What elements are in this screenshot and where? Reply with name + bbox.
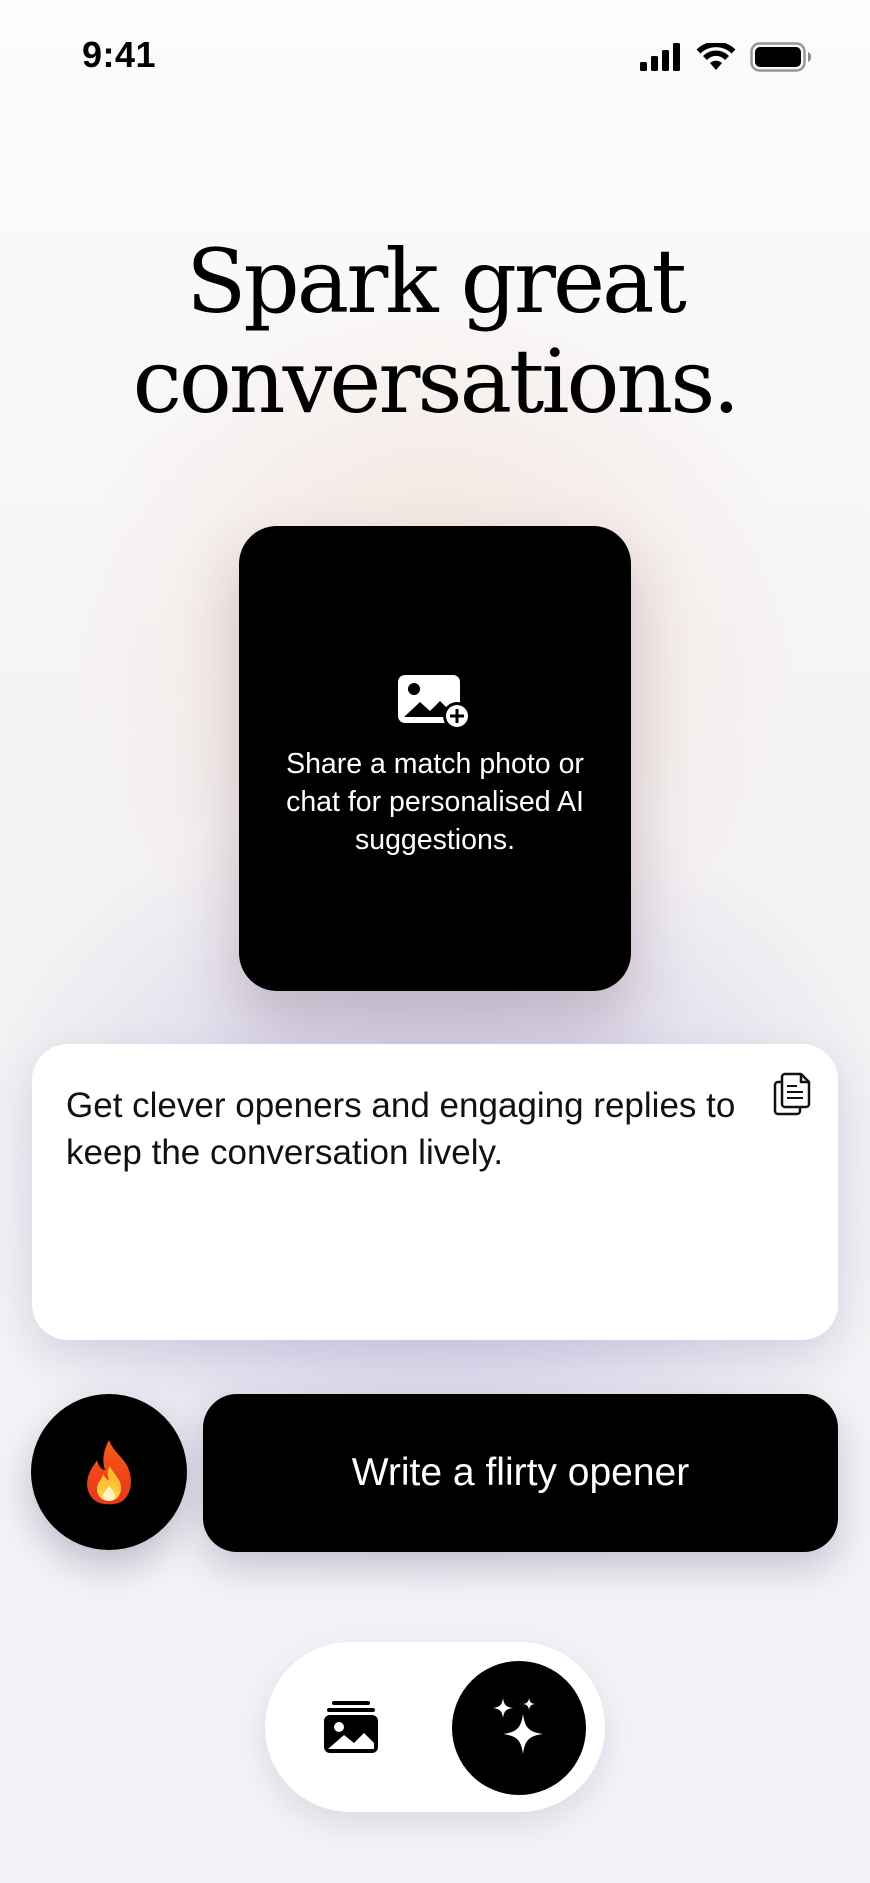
upload-photo-card[interactable]: Share a match photo or chat for personal… [239,526,631,991]
suggestion-text: Get clever openers and engaging replies … [66,1086,736,1172]
write-opener-button[interactable]: Write a flirty opener [203,1394,838,1552]
page-title-line-1: Spark great [186,230,687,333]
upload-card-text: Share a match photo or chat for personal… [286,747,584,856]
sparkles-icon [493,1698,543,1754]
suggestion-card: Get clever openers and engaging replies … [32,1044,838,1340]
bottom-nav [265,1642,605,1812]
status-time: 9:41 [82,34,157,75]
page-title: Spark great conversations. [0,232,870,432]
add-photo-icon [398,674,471,730]
status-bar: 9:41 [0,0,870,110]
copy-icon [773,1072,811,1116]
nav-gallery-tab[interactable] [309,1685,393,1769]
copy-button[interactable] [764,1066,820,1122]
fire-button[interactable] [31,1394,187,1550]
page-title-line-2: conversations. [132,330,741,433]
wifi-icon [696,43,736,70]
nav-ai-tab[interactable] [452,1661,586,1795]
battery-icon [750,42,811,72]
photo-stack-icon [324,1701,378,1753]
cellular-signal-icon [640,43,680,71]
fire-icon [87,1440,131,1505]
status-icons [640,42,812,72]
